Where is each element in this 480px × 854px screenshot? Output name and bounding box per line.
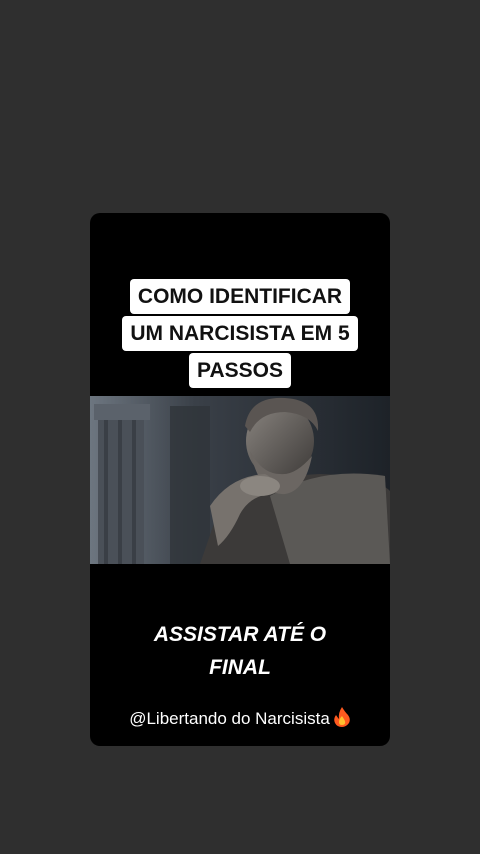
title-line-3: PASSOS: [189, 353, 291, 388]
cta-line-2: FINAL: [209, 656, 271, 679]
title-line-1: COMO IDENTIFICAR: [129, 279, 351, 314]
cta-line-1: ASSISTAR ATÉ O: [153, 623, 327, 646]
story-title: COMO IDENTIFICAR UM NARCISISTA EM 5 PASS…: [90, 279, 390, 390]
story-card[interactable]: COMO IDENTIFICAR UM NARCISISTA EM 5 PASS…: [90, 213, 390, 746]
watch-till-end-text: ASSISTAR ATÉ O FINAL: [90, 618, 390, 684]
fire-icon: [333, 707, 351, 732]
statue-thinker-image: [90, 396, 390, 564]
account-handle[interactable]: @Libertando do Narcisista: [90, 707, 390, 732]
handle-text: @Libertando do Narcisista: [129, 709, 330, 728]
title-line-2: UM NARCISISTA EM 5: [122, 316, 358, 351]
